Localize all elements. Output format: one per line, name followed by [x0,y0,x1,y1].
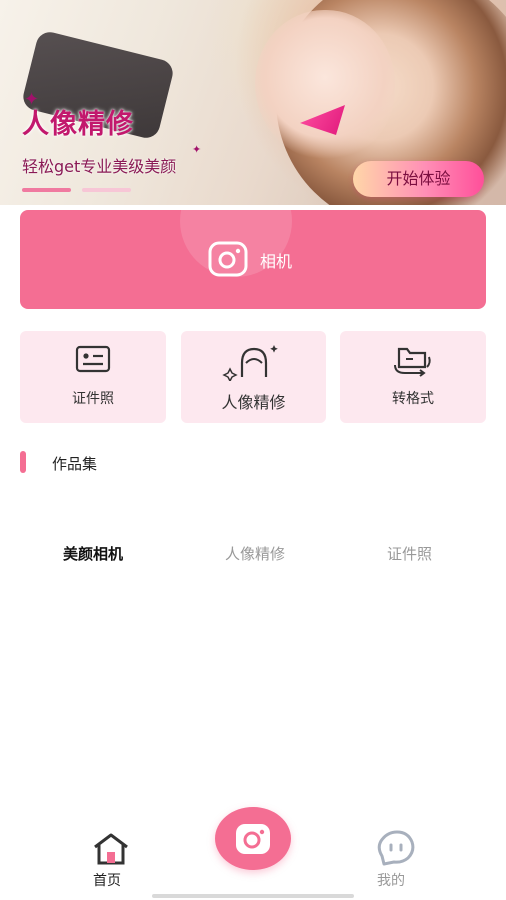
format-convert-icon [394,347,431,377]
banner-subtitle: 轻松get专业美级美颜 [22,157,177,176]
feature-label: 人像精修 [221,393,286,412]
promo-banner[interactable]: ✦ ✦ 人像精修 轻松get专业美级美颜 开始体验 [0,0,506,205]
banner-photo-face [255,10,395,160]
home-indicator [152,894,354,898]
camera-icon [236,824,270,854]
section-accent-bar [20,451,26,473]
filter-tab-beauty-camera[interactable]: 美颜相机 [63,543,123,564]
works-section-title: 作品集 [52,455,98,473]
feature-tile-format-convert[interactable]: 转格式 [340,331,486,423]
feature-tile-portrait-retouch[interactable]: 人像精修 [181,331,326,423]
home-icon[interactable] [92,832,130,866]
portrait-retouch-icon [221,345,278,381]
filter-tab-id-photo[interactable]: 证件照 [387,543,432,564]
start-experience-button[interactable]: 开始体验 [353,161,484,197]
feature-tile-id-photo[interactable]: 证件照 [20,331,166,423]
camera-card[interactable]: 相机 [20,210,486,309]
nav-home-label[interactable]: 首页 [93,870,121,890]
nav-me-label[interactable]: 我的 [377,870,405,890]
pagination-dot-active[interactable] [22,188,71,192]
profile-face-icon[interactable] [376,830,416,866]
nav-camera-button[interactable] [215,807,291,870]
feature-label: 转格式 [392,391,434,407]
banner-title: 人像精修 [22,109,134,140]
feature-label: 证件照 [72,391,114,407]
pagination-dot[interactable] [82,188,131,192]
camera-card-label: 相机 [260,252,293,271]
camera-icon [208,241,248,277]
sparkle-icon: ✦ [192,143,202,156]
filter-tab-portrait-retouch[interactable]: 人像精修 [225,543,285,564]
id-card-icon [75,345,111,373]
